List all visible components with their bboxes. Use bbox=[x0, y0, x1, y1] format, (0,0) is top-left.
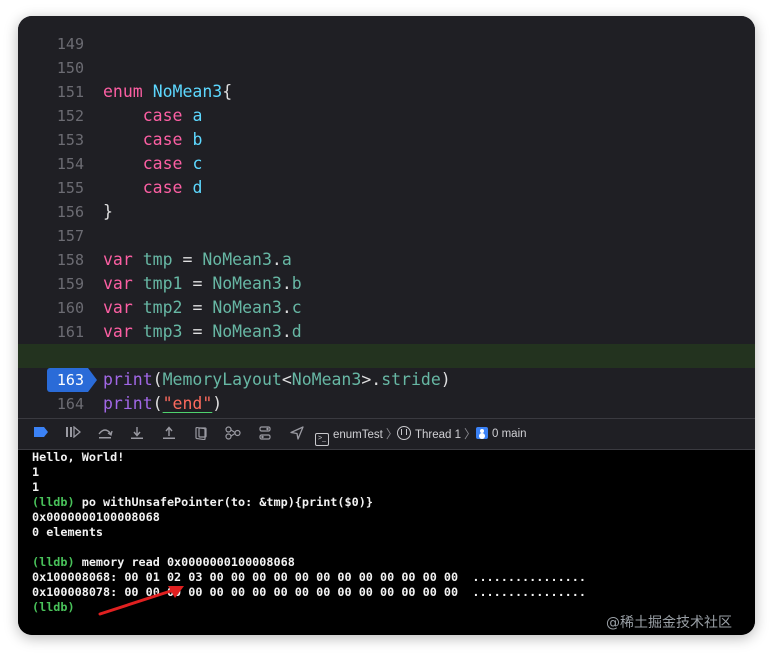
breadcrumb-frame[interactable]: 0 main bbox=[476, 426, 527, 442]
code-line: 152 case b bbox=[18, 80, 755, 149]
continue-icon[interactable] bbox=[64, 425, 82, 442]
step-over-icon[interactable] bbox=[96, 426, 114, 442]
code-line: 150 enum NoMean3{ bbox=[18, 32, 755, 101]
console-line: Hello, World! bbox=[32, 450, 125, 464]
console-command: po withUnsafePointer(to: &tmp){print($0)… bbox=[74, 495, 373, 509]
watermark: @稀土掘金技术社区 bbox=[606, 615, 732, 631]
code-line: 154 case d bbox=[18, 128, 755, 197]
code-line: 157 var tmp = NoMean3.a bbox=[18, 200, 755, 269]
console-line: 1 bbox=[32, 480, 40, 494]
code-line: 151 case a bbox=[18, 56, 755, 125]
environment-overrides-icon[interactable] bbox=[256, 426, 274, 442]
code-line: 162 print(MemoryLayout<NoMean3>.stride) bbox=[18, 320, 755, 389]
thread-icon bbox=[397, 426, 411, 440]
memory-graph-icon[interactable] bbox=[224, 426, 242, 442]
step-out-icon[interactable] bbox=[160, 426, 178, 442]
thread-name: Thread 1 bbox=[415, 429, 462, 441]
code-line: 160 var tmp3 = NoMean3.d bbox=[18, 272, 755, 341]
console-line: (lldb) po withUnsafePointer(to: &tmp){pr… bbox=[32, 495, 373, 510]
terminal-icon: >_ bbox=[315, 433, 329, 446]
code-line: 161 print(MemoryLayout<NoMean3>.size) bbox=[18, 296, 755, 365]
frame-name: 0 main bbox=[492, 428, 527, 440]
breadcrumb-process[interactable]: >_ enumTest 〉 bbox=[315, 426, 401, 446]
code-line: 153 case c bbox=[18, 104, 755, 173]
stack-frame-icon bbox=[476, 427, 488, 439]
code-text[interactable]: print("end") bbox=[103, 392, 222, 416]
chevron-right-icon: 〉 bbox=[464, 427, 477, 441]
code-line: 164 bbox=[18, 368, 755, 413]
debug-bar: >_ enumTest 〉 Thread 1 〉 0 main bbox=[18, 419, 755, 450]
console-line: 0x0000000100008068 bbox=[32, 510, 160, 524]
console-command: memory read 0x0000000100008068 bbox=[74, 555, 295, 569]
xcode-window: 149 150 enum NoMean3{ 151 case a 152 cas… bbox=[18, 16, 755, 635]
line-number[interactable]: 164 bbox=[18, 392, 84, 416]
source-editor[interactable]: 149 150 enum NoMean3{ 151 case a 152 cas… bbox=[18, 16, 755, 418]
process-name: enumTest bbox=[333, 429, 383, 441]
current-code-line: 163 print("end") bbox=[18, 344, 755, 413]
code-line: 149 bbox=[18, 16, 755, 53]
simulate-location-icon[interactable] bbox=[288, 426, 306, 442]
lldb-prompt: (lldb) bbox=[32, 600, 75, 614]
console-line: (lldb) memory read 0x0000000100008068 bbox=[32, 555, 295, 570]
code-line: 159 var tmp2 = NoMean3.c bbox=[18, 248, 755, 317]
console-line: 1 bbox=[32, 465, 40, 479]
code-line: 158 var tmp1 = NoMean3.b bbox=[18, 224, 755, 293]
lldb-prompt: (lldb) bbox=[32, 495, 75, 509]
red-arrow-annotation bbox=[98, 586, 184, 616]
debug-view-hierarchy-icon[interactable] bbox=[192, 426, 210, 442]
console-line: 0 elements bbox=[32, 525, 104, 539]
console-input-line[interactable]: (lldb) bbox=[32, 600, 75, 615]
lldb-prompt: (lldb) bbox=[32, 555, 75, 569]
code-line: 155 } bbox=[18, 152, 755, 221]
step-into-icon[interactable] bbox=[128, 426, 146, 442]
breadcrumb-thread[interactable]: Thread 1 〉 bbox=[397, 426, 479, 442]
breakpoint-toggle-icon[interactable] bbox=[32, 426, 50, 442]
code-line: 156 bbox=[18, 176, 755, 221]
